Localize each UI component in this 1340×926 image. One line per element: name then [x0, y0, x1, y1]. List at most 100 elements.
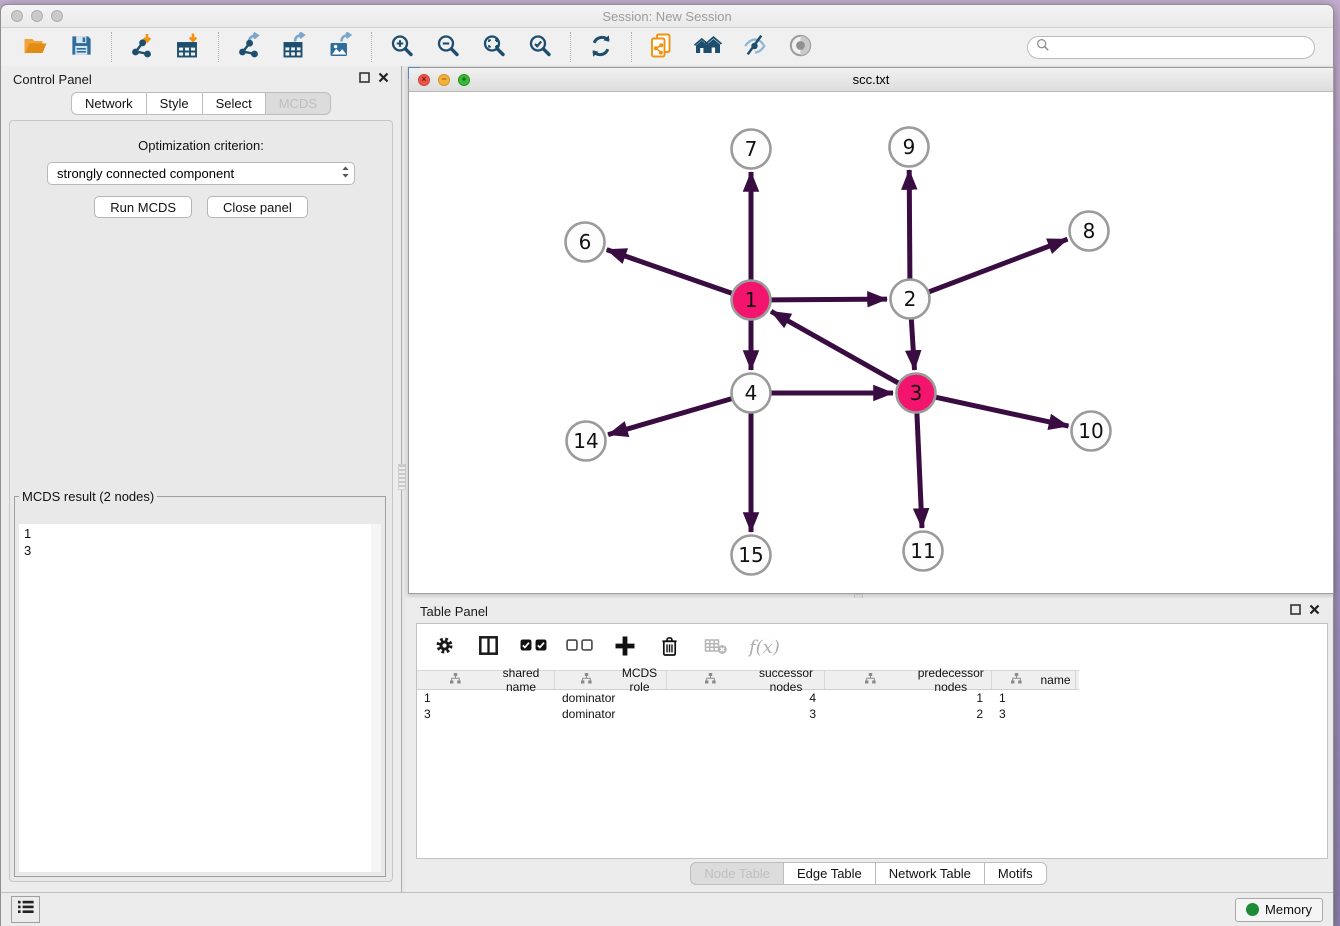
console-button[interactable]: [11, 896, 40, 923]
result-scrollbar[interactable]: [370, 524, 381, 872]
graph-edge-3-11[interactable]: [917, 413, 922, 528]
save-session-button[interactable]: [65, 31, 97, 63]
zoom-selected-button[interactable]: [524, 31, 556, 63]
graph-edge-3-10[interactable]: [936, 397, 1069, 426]
tab-style[interactable]: Style: [147, 92, 203, 115]
graph-edge-2-3[interactable]: [911, 319, 914, 370]
search-box[interactable]: [1027, 36, 1315, 59]
memory-button[interactable]: Memory: [1235, 898, 1323, 922]
graph-node-6[interactable]: 6: [566, 223, 605, 262]
clone-network-button[interactable]: [646, 31, 678, 63]
criterion-dropdown[interactable]: strongly connected component: [47, 162, 355, 185]
float-panel-button[interactable]: [359, 70, 370, 88]
graph-node-10[interactable]: 10: [1072, 412, 1111, 451]
table-cell[interactable]: dominator: [555, 706, 667, 722]
float-table-panel-button[interactable]: [1290, 602, 1301, 620]
graph-edge-2-9[interactable]: [909, 170, 910, 279]
window-titlebar[interactable]: Session: New Session: [1, 5, 1333, 28]
plus-icon: [614, 635, 636, 660]
search-input[interactable]: [1055, 39, 1306, 56]
run-mcds-button[interactable]: Run MCDS: [94, 196, 192, 218]
tab-select[interactable]: Select: [203, 92, 266, 115]
zoom-fit-button[interactable]: [478, 31, 510, 63]
content-area: Control Panel NetworkStyleSelectMCDS Opt…: [1, 66, 1333, 892]
close-table-panel-button[interactable]: [1309, 602, 1320, 620]
column-header-successor-nodes[interactable]: successor nodes: [667, 671, 825, 689]
table-panel: Table Panel f(x) shared nameMCDS: [405, 598, 1332, 892]
graph-node-8[interactable]: 8: [1070, 212, 1109, 251]
zoom-out-button[interactable]: [432, 31, 464, 63]
apply-layout-button[interactable]: [585, 31, 617, 63]
optimization-criterion-label: Optimization criterion:: [10, 138, 392, 153]
column-header-shared-name[interactable]: shared name: [417, 671, 555, 689]
column-header-name[interactable]: name: [992, 671, 1076, 689]
show-graphics-details-button[interactable]: [784, 31, 816, 63]
network-window-titlebar[interactable]: × − + scc.txt: [409, 68, 1333, 92]
graph-node-3[interactable]: 3: [897, 374, 936, 413]
import-network-icon: [128, 32, 156, 63]
network-canvas[interactable]: 7 9 6 8 1 2 4 3 14 10 15 11: [409, 92, 1333, 594]
hide-graphics-details-button[interactable]: [738, 31, 770, 63]
import-table-button[interactable]: [172, 31, 204, 63]
delete-table-button[interactable]: [700, 631, 730, 663]
show-panels-button[interactable]: [692, 31, 724, 63]
graph-node-14[interactable]: 14: [567, 422, 606, 461]
table-row[interactable]: 3dominator323: [417, 706, 1327, 722]
graph-edge-1-6[interactable]: [607, 250, 732, 294]
tab-network[interactable]: Network: [71, 92, 147, 115]
delete-columns-button[interactable]: [657, 631, 681, 663]
column-tree-icon: [560, 673, 613, 687]
table-tab-network-table[interactable]: Network Table: [876, 862, 985, 885]
column-settings-button[interactable]: [432, 631, 456, 663]
graph-node-15[interactable]: 15: [732, 536, 771, 575]
status-bar: Memory: [1, 892, 1333, 926]
graph-node-11[interactable]: 11: [904, 532, 943, 571]
table-tab-node-table[interactable]: Node Table: [690, 862, 784, 885]
panel-splitter-grip[interactable]: [398, 464, 406, 490]
svg-text:11: 11: [910, 539, 935, 563]
table-tab-motifs[interactable]: Motifs: [985, 862, 1047, 885]
save-icon: [69, 33, 94, 61]
tab-mcds[interactable]: MCDS: [266, 92, 331, 115]
graph-edge-4-14[interactable]: [608, 399, 732, 435]
graph-node-9[interactable]: 9: [890, 128, 929, 167]
graph-edge-3-1[interactable]: [771, 311, 899, 383]
network-window: × − + scc.txt 7 9 6 8 1 2 4 3 14 10 15 11: [408, 67, 1334, 594]
table-tab-edge-table[interactable]: Edge Table: [784, 862, 876, 885]
graph-node-7[interactable]: 7: [732, 130, 771, 169]
table-cell[interactable]: 3: [992, 706, 1076, 722]
table-cell[interactable]: 3: [667, 706, 825, 722]
open-session-button[interactable]: [19, 31, 51, 63]
zoom-in-button[interactable]: [386, 31, 418, 63]
table-cell[interactable]: 1: [992, 690, 1076, 706]
close-panel-button-mcds[interactable]: Close panel: [207, 196, 308, 218]
export-image-button[interactable]: [325, 31, 357, 63]
select-all-columns-button[interactable]: [520, 638, 547, 656]
table-cell[interactable]: 3: [417, 706, 555, 722]
eye-icon: [787, 32, 814, 62]
function-builder-button[interactable]: f(x): [749, 637, 780, 658]
show-columns-button[interactable]: [475, 631, 501, 663]
export-table-button[interactable]: [279, 31, 311, 63]
graph-node-1[interactable]: 1: [732, 281, 771, 320]
checked-box-icon: [520, 638, 532, 656]
graph-edge-2-8[interactable]: [929, 239, 1068, 292]
column-header-MCDS-role[interactable]: MCDS role: [555, 671, 667, 689]
import-network-button[interactable]: [126, 31, 158, 63]
close-panel-button[interactable]: [378, 70, 389, 88]
network-window-title: scc.txt: [409, 72, 1333, 87]
graph-edge-1-2[interactable]: [771, 299, 887, 300]
toolbar-separator: [218, 32, 219, 62]
table-cell[interactable]: 2: [825, 706, 992, 722]
column-header-predecessor-nodes[interactable]: predecessor nodes: [825, 671, 992, 689]
column-tree-icon: [830, 673, 911, 687]
svg-text:9: 9: [903, 135, 916, 159]
svg-text:1: 1: [745, 288, 758, 312]
export-network-button[interactable]: [233, 31, 265, 63]
create-column-button[interactable]: [612, 631, 638, 663]
table-header-row: shared nameMCDS rolesuccessor nodesprede…: [417, 670, 1079, 690]
graph-node-4[interactable]: 4: [732, 374, 771, 413]
graph-node-2[interactable]: 2: [891, 280, 930, 319]
mcds-result-text[interactable]: 1 3: [19, 524, 371, 872]
unselect-all-columns-button[interactable]: [566, 638, 593, 656]
